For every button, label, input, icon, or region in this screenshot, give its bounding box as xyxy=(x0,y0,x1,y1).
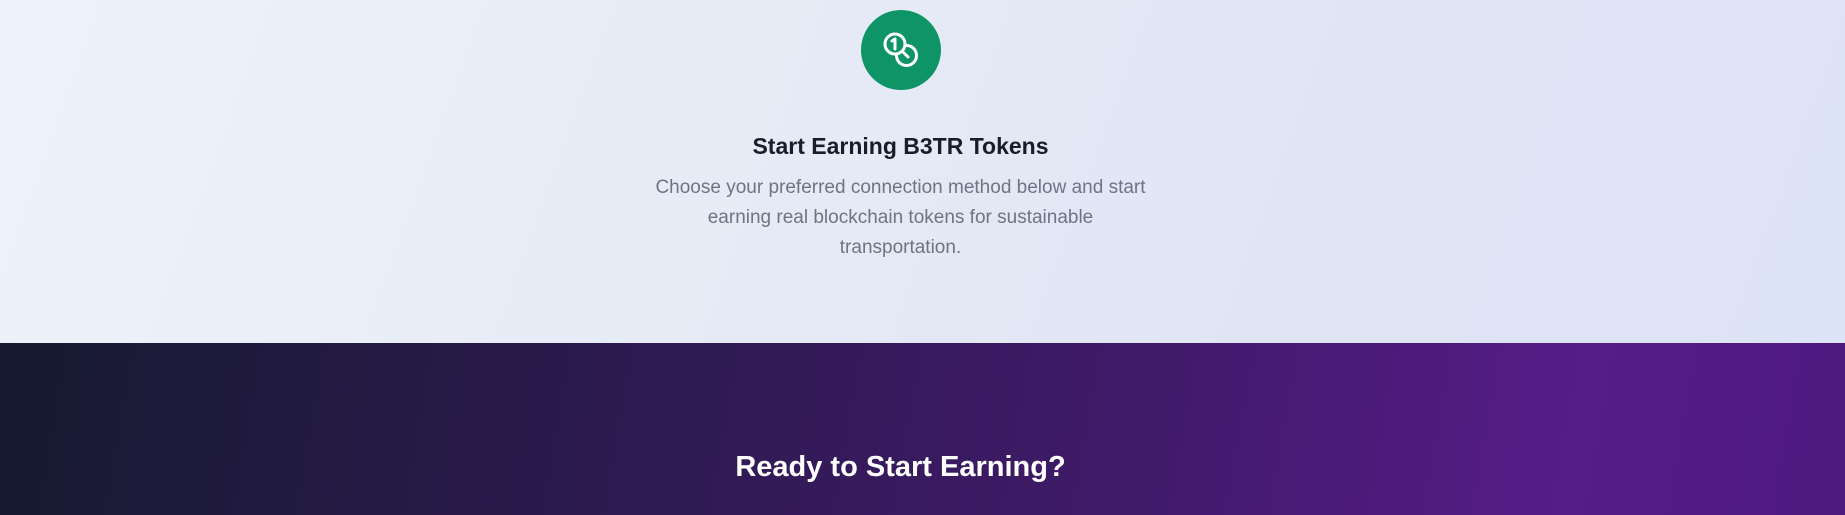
cta-title: Ready to Start Earning? xyxy=(735,451,1066,484)
section-title: Start Earning B3TR Tokens xyxy=(752,133,1049,160)
page: Start Earning B3TR Tokens Choose your pr… xyxy=(0,0,1845,515)
earning-section: Start Earning B3TR Tokens Choose your pr… xyxy=(0,0,1845,343)
section-description: Choose your preferred connection method … xyxy=(655,177,1146,258)
coins-icon xyxy=(861,10,941,90)
cta-section: Ready to Start Earning? xyxy=(0,343,1845,515)
